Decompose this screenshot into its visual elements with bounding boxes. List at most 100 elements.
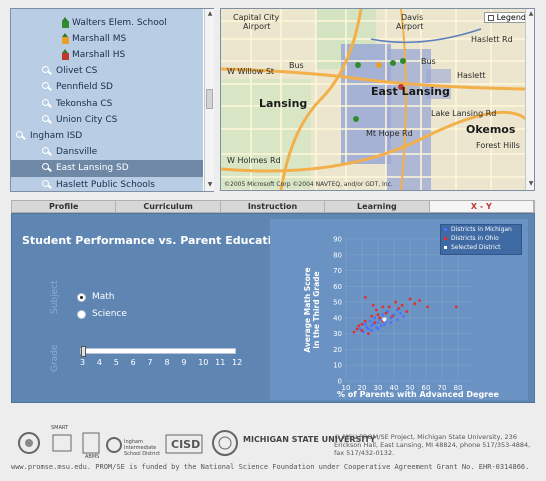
grade-tick-label: 11 [215, 358, 226, 367]
legend-marker [444, 228, 447, 231]
data-point[interactable] [373, 316, 377, 320]
tree-scrollbar[interactable]: ▲ ▼ [204, 9, 214, 191]
data-point[interactable] [381, 313, 385, 317]
magnifier-icon [41, 114, 53, 126]
data-point[interactable] [381, 305, 385, 309]
radio-button[interactable] [77, 292, 86, 302]
tree-item[interactable]: Tekonsha CS [41, 95, 112, 112]
magnifier-icon [41, 65, 53, 77]
data-point[interactable] [360, 322, 364, 326]
data-point[interactable] [355, 327, 359, 331]
data-point[interactable] [455, 305, 458, 309]
tree-item-label: Marshall HS [72, 49, 126, 60]
data-point[interactable] [371, 303, 375, 307]
data-point[interactable] [426, 305, 429, 309]
scroll-down-icon[interactable]: ▼ [206, 181, 214, 189]
map-label: W Willow St [227, 67, 275, 76]
scroll-up-icon[interactable]: ▲ [527, 10, 534, 18]
data-point[interactable] [383, 322, 386, 326]
data-point[interactable] [367, 332, 370, 336]
tree-item[interactable]: Marshall MS [61, 30, 126, 47]
chart-legend: Districts in Michigan Districts in Ohio Se… [440, 224, 522, 255]
tree-item[interactable]: Ingham ISD [15, 127, 82, 144]
subject-option-math[interactable]: Math [77, 292, 115, 302]
legend-entry: Selected District [441, 243, 521, 252]
grade-slider-thumb[interactable] [81, 346, 86, 357]
data-point[interactable] [384, 311, 388, 315]
grade-slider[interactable] [80, 346, 236, 357]
data-point[interactable] [413, 302, 417, 306]
map-legend-toggle[interactable]: Legend [483, 12, 530, 23]
data-point[interactable] [363, 295, 367, 299]
radio-button[interactable] [77, 309, 86, 319]
map-label: Bus [289, 61, 304, 70]
x-axis-label: % of Parents with Advanced Degree [337, 390, 500, 399]
data-point[interactable] [387, 305, 391, 309]
data-point[interactable] [357, 324, 361, 328]
scroll-down-icon[interactable]: ▼ [527, 180, 534, 188]
data-point[interactable] [370, 324, 373, 328]
tree-item[interactable]: Walters Elem. School [61, 14, 167, 31]
data-point[interactable] [402, 314, 405, 318]
data-point[interactable] [363, 319, 367, 323]
data-point[interactable] [352, 330, 356, 334]
funding-statement: www.promse.msu.edu. PROM/SE is funded by… [11, 463, 530, 471]
data-point[interactable] [378, 316, 381, 320]
map-label: Bus [421, 57, 436, 66]
data-point[interactable] [370, 314, 373, 318]
data-point[interactable] [370, 329, 373, 332]
tab-profile[interactable]: Profile [12, 201, 117, 212]
tab-bar: Profile Curriculum Instruction Learning X - … [11, 200, 535, 213]
tab-learning[interactable]: Learning [325, 201, 430, 212]
data-point[interactable] [367, 327, 370, 331]
tree-item[interactable]: Haslett Public Schools [41, 176, 155, 191]
legend-label: Legend [496, 13, 526, 22]
tab-curriculum[interactable]: Curriculum [116, 201, 221, 212]
data-point[interactable] [394, 300, 397, 304]
data-point[interactable] [376, 321, 380, 325]
data-point[interactable] [375, 308, 378, 312]
data-point[interactable] [397, 307, 401, 310]
data-point[interactable] [368, 319, 372, 323]
data-point[interactable] [360, 329, 364, 332]
data-point[interactable] [376, 313, 380, 317]
subject-label: Subject [50, 280, 60, 314]
tree-item[interactable]: Dansville [41, 144, 97, 161]
legend-checkbox[interactable] [487, 14, 494, 21]
tree-item[interactable]: Olivet CS [41, 63, 97, 80]
district-map[interactable]: Capital City Airport Davis Airport W Wil… [220, 8, 535, 191]
scroll-up-icon[interactable]: ▲ [206, 10, 214, 18]
data-point[interactable] [395, 318, 399, 321]
tab-instruction[interactable]: Instruction [221, 201, 326, 212]
y-tick-label: 90 [333, 236, 342, 244]
school-icon [61, 48, 70, 61]
grade-label: Grade [50, 344, 60, 372]
tab-x-y[interactable]: X - Y [429, 201, 535, 212]
data-point[interactable] [400, 303, 404, 307]
data-point[interactable] [418, 299, 421, 302]
tree-item[interactable]: Marshall HS [61, 46, 125, 63]
data-point[interactable] [382, 317, 387, 322]
tree-scroll-thumb[interactable] [206, 89, 213, 109]
data-point[interactable] [373, 321, 377, 325]
data-point[interactable] [399, 311, 402, 315]
legend-label: Districts in Michigan [451, 226, 512, 233]
magnifier-icon [41, 146, 53, 158]
tree-item[interactable]: East Lansing SD [11, 159, 203, 177]
data-point[interactable] [408, 297, 412, 301]
tree-item[interactable]: Union City CS [41, 111, 117, 128]
subject-option-science[interactable]: Science [77, 309, 127, 319]
y-tick-label: 20 [333, 346, 342, 354]
data-point[interactable] [376, 327, 380, 331]
data-point[interactable] [389, 321, 393, 325]
map-label: Forest Hills [476, 141, 520, 150]
tree-item[interactable]: Pennfield SD [41, 79, 113, 96]
grade-tick-label: 8 [164, 358, 170, 367]
data-point[interactable] [391, 314, 394, 318]
legend-entry: Districts in Michigan [441, 225, 521, 234]
data-point[interactable] [363, 322, 367, 326]
grade-tick-label: 12 [232, 358, 243, 367]
map-scrollbar[interactable]: ▲ ▼ [525, 9, 534, 190]
data-point[interactable] [405, 310, 409, 313]
data-point[interactable] [379, 324, 383, 328]
